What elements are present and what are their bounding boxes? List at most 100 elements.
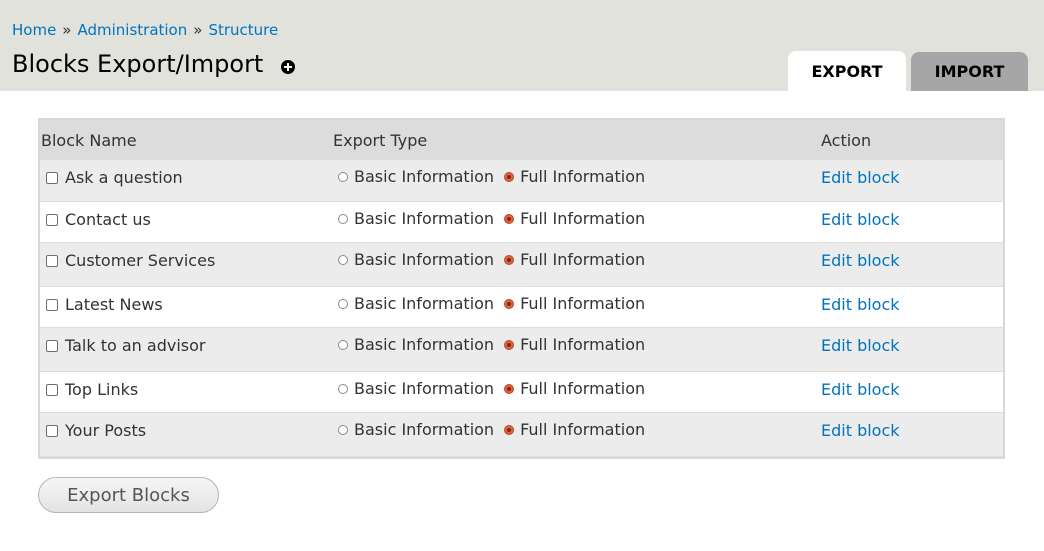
table-row: Latest News Basic Information Full Informa… — [40, 286, 1003, 327]
export-type-radio-basic[interactable] — [338, 339, 348, 350]
breadcrumb-structure-link[interactable]: Structure — [208, 21, 278, 39]
export-type-label-full: Full Information — [520, 293, 646, 313]
export-type-cell: Basic Information Full Information — [333, 201, 821, 242]
action-cell: Edit block — [821, 242, 1003, 286]
block-name-cell: Your Posts — [40, 412, 333, 456]
breadcrumb-administration-link[interactable]: Administration — [77, 21, 187, 39]
block-name-cell: Ask a question — [40, 160, 333, 201]
export-type-radio-full[interactable] — [504, 213, 515, 224]
export-type-label-full: Full Information — [520, 334, 646, 354]
block-name-label: Customer Services — [65, 250, 216, 270]
breadcrumb-home-link[interactable]: Home — [12, 21, 56, 39]
export-type-label-basic: Basic Information — [354, 208, 495, 228]
export-type-option-basic[interactable]: Basic Information — [338, 379, 494, 398]
action-wrapper: Edit block — [821, 243, 1003, 270]
export-type-option-full[interactable]: Full Information — [504, 419, 646, 439]
action-cell: Edit block — [821, 201, 1003, 242]
block-select-checkbox[interactable] — [46, 383, 58, 396]
action-cell: Edit block — [821, 286, 1003, 327]
breadcrumb: Home » Administration » Structure — [12, 21, 278, 39]
block-select-checkbox[interactable] — [46, 213, 58, 226]
edit-block-link[interactable]: Edit block — [821, 210, 900, 229]
export-type-radio-full[interactable] — [504, 298, 515, 309]
block-select-checkbox[interactable] — [46, 424, 58, 437]
edit-block-link[interactable]: Edit block — [821, 251, 900, 270]
export-type-option-full[interactable]: Full Information — [504, 334, 646, 354]
block-name-wrapper: Latest News — [41, 287, 333, 314]
export-type-radio-basic[interactable] — [338, 172, 348, 182]
export-type-label-basic: Basic Information — [354, 249, 495, 269]
export-type-cell: Basic Information Full Information — [333, 371, 821, 412]
export-type-option-full[interactable]: Full Information — [504, 293, 646, 313]
export-type-radio-full[interactable] — [504, 383, 515, 394]
export-type-option-basic[interactable]: Basic Information — [338, 249, 495, 269]
export-type-radio-basic[interactable] — [338, 254, 348, 265]
table-row: Contact us Basic Information Full Informat… — [40, 201, 1003, 242]
export-type-radio-full[interactable] — [504, 339, 515, 350]
export-type-option-basic[interactable]: Basic Information — [338, 334, 495, 354]
block-select-checkbox[interactable] — [46, 254, 58, 267]
column-header-block-name: Block Name — [40, 120, 333, 160]
export-type-radio-full[interactable] — [504, 254, 515, 265]
export-type-options: Basic Information Full Information — [333, 372, 821, 398]
tab-export[interactable]: EXPORT — [788, 51, 906, 91]
block-select-checkbox[interactable] — [46, 298, 58, 311]
title-row: Blocks Export/Import — [12, 49, 296, 79]
export-type-radio-basic[interactable] — [338, 424, 348, 435]
export-type-option-full[interactable]: Full Information — [504, 249, 646, 269]
action-wrapper: Edit block — [821, 372, 1003, 399]
export-type-label-full: Full Information — [520, 249, 646, 269]
export-type-radio-full[interactable] — [504, 424, 515, 435]
edit-block-link[interactable]: Edit block — [821, 336, 900, 355]
action-wrapper: Edit block — [821, 413, 1003, 440]
export-type-options: Basic Information Full Information — [333, 202, 821, 228]
export-type-label-full: Full Information — [520, 167, 646, 186]
export-type-options: Basic Information Full Information — [333, 243, 821, 269]
block-name-wrapper: Contact us — [41, 202, 333, 229]
action-wrapper: Edit block — [821, 202, 1003, 229]
export-type-option-basic[interactable]: Basic Information — [338, 208, 495, 228]
page-header: Home » Administration » Structure Blocks Exp… — [0, 0, 1044, 91]
add-shortcut-icon[interactable] — [281, 60, 296, 74]
export-type-option-full[interactable]: Full Information — [504, 208, 646, 228]
block-name-wrapper: Talk to an advisor — [41, 328, 333, 355]
table-header-row: Block Name Export Type Action — [40, 120, 1003, 160]
export-type-options: Basic Information Full Information — [333, 287, 821, 313]
export-type-cell: Basic Information Full Information — [333, 286, 821, 327]
blocks-table-wrapper: Block Name Export Type Action Ask a ques… — [38, 118, 1005, 459]
export-type-options: Basic Information Full Information — [333, 413, 821, 439]
block-select-checkbox[interactable] — [46, 339, 58, 352]
edit-block-link[interactable]: Edit block — [821, 421, 900, 440]
export-type-option-basic[interactable]: Basic Information — [338, 420, 494, 439]
export-type-radio-full[interactable] — [504, 172, 515, 182]
export-type-option-basic[interactable]: Basic Information — [338, 168, 494, 186]
edit-block-link[interactable]: Edit block — [821, 168, 900, 187]
block-name-cell: Top Links — [40, 371, 333, 412]
export-type-option-full[interactable]: Full Information — [504, 168, 645, 186]
table-row: Customer Services Basic Information Full I… — [40, 242, 1003, 286]
tab-import[interactable]: IMPORT — [911, 52, 1028, 91]
export-type-cell: Basic Information Full Information — [333, 412, 821, 456]
edit-block-link[interactable]: Edit block — [821, 380, 900, 399]
block-name-wrapper: Ask a question — [41, 160, 333, 187]
edit-block-link[interactable]: Edit block — [821, 295, 900, 314]
export-type-radio-basic[interactable] — [338, 298, 348, 309]
export-type-label-basic: Basic Information — [354, 334, 495, 354]
export-type-label-full: Full Information — [520, 208, 646, 228]
block-name-wrapper: Top Links — [41, 372, 333, 399]
block-name-label: Top Links — [65, 379, 139, 399]
export-type-radio-basic[interactable] — [338, 213, 348, 224]
export-type-cell: Basic Information Full Information — [333, 160, 821, 201]
export-type-option-full[interactable]: Full Information — [504, 379, 645, 398]
export-type-option-basic[interactable]: Basic Information — [338, 294, 494, 313]
table-row: Ask a question Basic Information Full Info… — [40, 160, 1003, 201]
action-cell: Edit block — [821, 371, 1003, 412]
action-cell: Edit block — [821, 412, 1003, 456]
block-name-wrapper: Customer Services — [41, 243, 333, 270]
block-select-checkbox[interactable] — [46, 172, 58, 184]
export-type-radio-basic[interactable] — [338, 383, 348, 394]
action-cell: Edit block — [821, 327, 1003, 371]
export-type-label-full: Full Information — [520, 419, 646, 439]
export-type-label-basic: Basic Information — [354, 167, 495, 186]
export-blocks-button[interactable]: Export Blocks — [38, 477, 219, 513]
